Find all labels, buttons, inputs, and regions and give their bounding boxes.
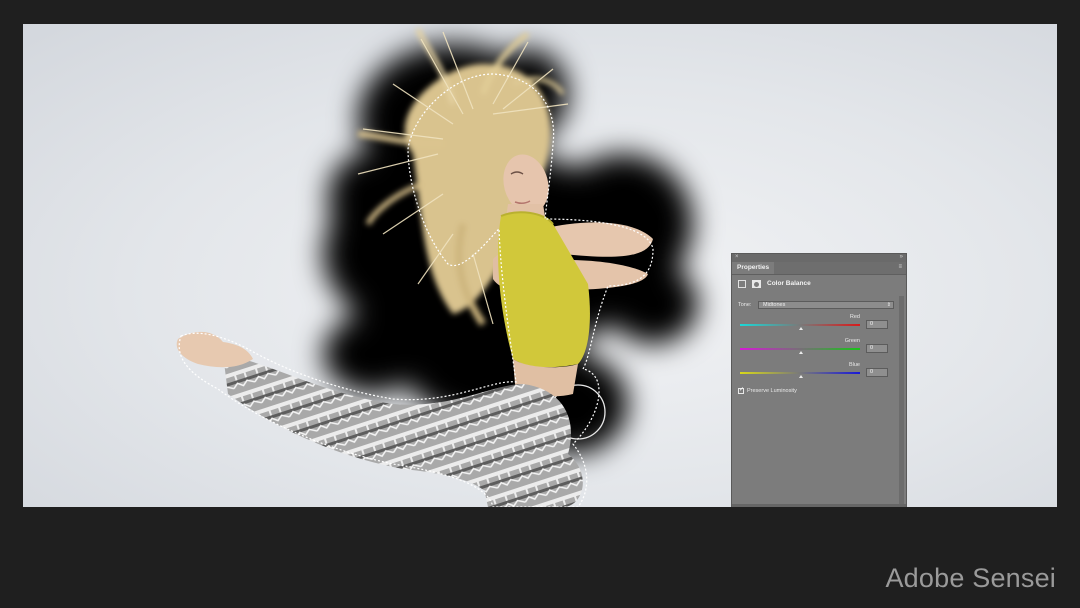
red-label: Red bbox=[849, 314, 860, 320]
red-slider-track[interactable] bbox=[740, 324, 860, 326]
tone-row: Tone: Midtones ⇕ bbox=[738, 301, 894, 310]
panel-tab-row: Properties ≡ bbox=[732, 262, 906, 275]
tone-dropdown[interactable]: Midtones ⇕ bbox=[758, 301, 894, 309]
brand-watermark: Adobe Sensei bbox=[885, 563, 1056, 593]
collapse-icon[interactable]: » bbox=[900, 254, 903, 260]
panel-scrollbar[interactable] bbox=[899, 296, 904, 506]
red-value-input[interactable]: 0 bbox=[866, 320, 888, 329]
green-slider-track[interactable] bbox=[740, 348, 860, 350]
blue-value-input[interactable]: 0 bbox=[866, 368, 888, 377]
blue-label: Blue bbox=[848, 362, 860, 368]
close-icon[interactable]: × bbox=[735, 254, 739, 260]
green-value-input[interactable]: 0 bbox=[866, 344, 888, 353]
properties-panel[interactable]: × » Properties ≡ Color Balance Tone: Mid… bbox=[731, 253, 907, 507]
green-slider-row: Green 0 bbox=[738, 338, 888, 360]
green-slider-thumb[interactable] bbox=[799, 351, 803, 354]
panel-bottombar bbox=[732, 504, 906, 507]
chevron-down-icon: ⇕ bbox=[886, 302, 891, 308]
balance-icon[interactable] bbox=[738, 280, 746, 288]
panel-topbar: × » bbox=[732, 254, 906, 262]
panel-menu-icon[interactable]: ≡ bbox=[898, 264, 902, 270]
blue-slider-thumb[interactable] bbox=[799, 375, 803, 378]
adjustment-title: Color Balance bbox=[767, 280, 811, 287]
mask-icon[interactable] bbox=[752, 280, 761, 288]
tone-value: Midtones bbox=[763, 302, 786, 308]
photo-canvas[interactable]: × » Properties ≡ Color Balance Tone: Mid… bbox=[23, 24, 1057, 507]
foot bbox=[176, 331, 253, 368]
tone-label: Tone: bbox=[738, 302, 752, 308]
preserve-luminosity-checkbox[interactable] bbox=[738, 386, 744, 394]
adjustment-header: Color Balance bbox=[732, 275, 906, 293]
blue-slider-track[interactable] bbox=[740, 372, 860, 374]
tab-properties[interactable]: Properties bbox=[732, 262, 775, 274]
red-slider-thumb[interactable] bbox=[799, 327, 803, 330]
preserve-luminosity-label: Preserve Luminosity bbox=[747, 388, 797, 394]
blue-slider-row: Blue 0 bbox=[738, 362, 888, 384]
red-slider-row: Red 0 bbox=[738, 314, 888, 336]
green-label: Green bbox=[844, 338, 860, 344]
